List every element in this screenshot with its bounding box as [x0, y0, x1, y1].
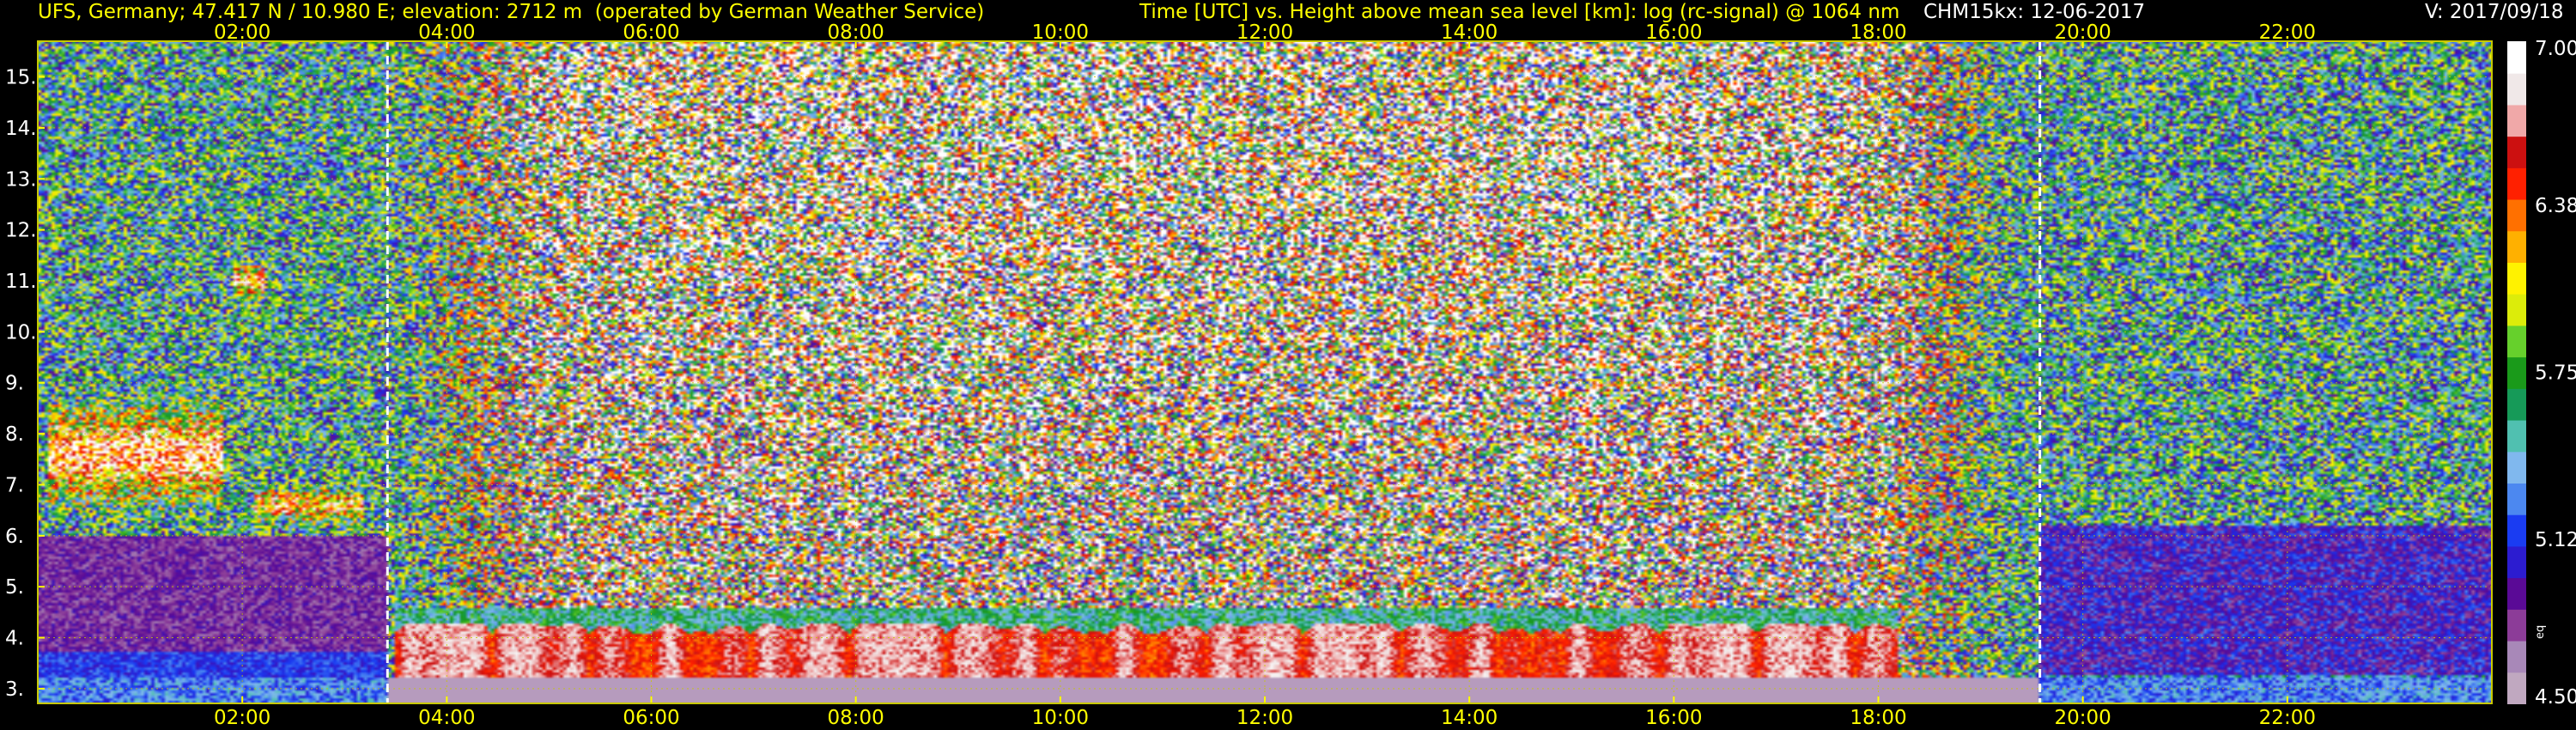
colorbar-segment	[2507, 104, 2526, 137]
x-tick-label-bottom: 08:00	[828, 707, 884, 729]
colorbar-tick-label: 6.38	[2535, 195, 2576, 217]
colorbar-segment	[2507, 577, 2526, 610]
ceilometer-chart: 02:0002:0004:0004:0006:0006:0008:0008:00…	[5, 21, 2576, 729]
y-tick-label: 4.	[5, 628, 24, 650]
colorbar-segment	[2507, 545, 2526, 579]
colorbar-segment	[2507, 419, 2526, 453]
y-tick-label: 14.	[5, 118, 37, 140]
colorbar-segment	[2507, 483, 2526, 515]
colorbar-segment	[2507, 72, 2526, 106]
colorbar-segment	[2507, 198, 2526, 232]
y-tick-label: 6.	[5, 526, 24, 548]
colorbar-segment	[2507, 356, 2526, 389]
x-tick-label-bottom: 10:00	[1032, 707, 1089, 729]
colorbar-segment	[2507, 514, 2526, 547]
x-tick-label-bottom: 18:00	[1850, 707, 1906, 729]
x-tick-label-bottom: 06:00	[623, 707, 679, 729]
colorbar-segment	[2507, 325, 2526, 358]
colorbar-annotation: eq	[2534, 625, 2547, 639]
x-tick-label-bottom: 20:00	[2055, 707, 2111, 729]
colorbar-tick-label: 5.75	[2535, 362, 2576, 385]
x-tick-label-bottom: 22:00	[2259, 707, 2316, 729]
colorbar-segment	[2507, 230, 2526, 263]
x-tick-label-bottom: 02:00	[214, 707, 270, 729]
y-tick-label: 10.	[5, 321, 37, 344]
colorbar-segment	[2507, 451, 2526, 484]
x-tick-label-bottom: 16:00	[1645, 707, 1702, 729]
colorbar-segment	[2507, 672, 2526, 704]
colorbar-segment	[2507, 640, 2526, 673]
colorbar-tick-label: 4.50	[2535, 686, 2576, 709]
y-tick-label: 12.	[5, 220, 37, 242]
y-tick-label: 7.	[5, 474, 24, 496]
colorbar: 4.50 5.12 5.75 6.38 7.00 eq	[2507, 38, 2576, 709]
colorbar-segment	[2507, 167, 2526, 200]
y-tick-label: 5.	[5, 576, 24, 599]
y-tick-label: 13.	[5, 168, 37, 191]
y-tick-label: 9.	[5, 373, 24, 395]
x-tick-label-bottom: 04:00	[418, 707, 475, 729]
colorbar-segment	[2507, 136, 2526, 168]
x-tick-label-bottom: 14:00	[1441, 707, 1498, 729]
colorbar-segment	[2507, 41, 2526, 74]
colorbar-segment	[2507, 293, 2526, 326]
colorbar-segment	[2507, 387, 2526, 421]
colorbar-segment	[2507, 608, 2526, 642]
y-tick-label: 15.	[5, 67, 37, 89]
colorbar-tick-label: 5.12	[2535, 529, 2576, 551]
y-tick-label: 3.	[5, 678, 24, 701]
y-tick-label: 8.	[5, 423, 24, 446]
x-tick-label-bottom: 12:00	[1236, 707, 1293, 729]
y-tick-label: 11.	[5, 271, 37, 293]
colorbar-tick-label: 7.00	[2535, 38, 2576, 60]
colorbar-segment	[2507, 262, 2526, 295]
